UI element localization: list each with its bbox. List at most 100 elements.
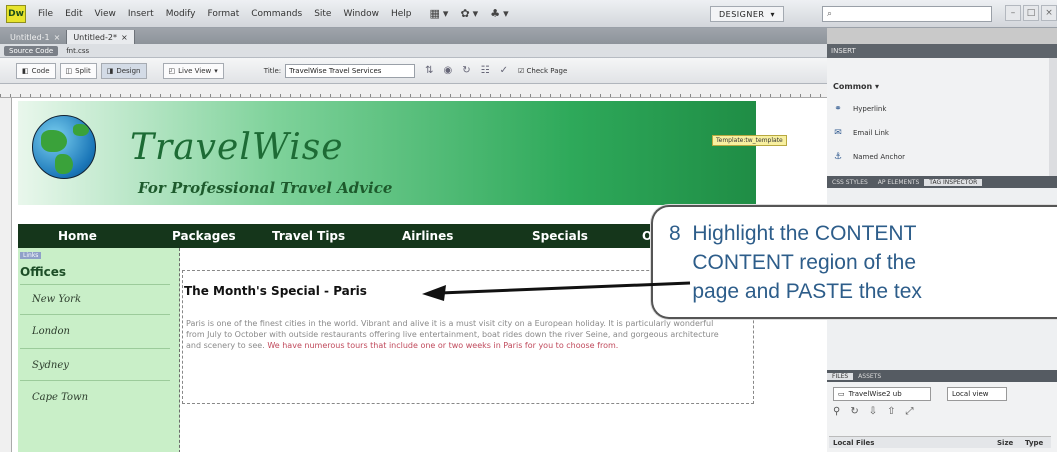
maximize-button[interactable]: □ <box>1023 5 1039 21</box>
nav-travel-tips[interactable]: Travel Tips <box>272 229 345 243</box>
tab-assets[interactable]: ASSETS <box>853 373 886 380</box>
tab-tag-inspector[interactable]: TAG INSPECTOR <box>924 178 983 186</box>
menu-commands[interactable]: Commands <box>245 9 308 19</box>
file-management-icon[interactable]: ⇅ <box>425 65 433 76</box>
tab-files[interactable]: FILES <box>827 372 854 380</box>
source-code-button[interactable]: Source Code <box>4 45 59 56</box>
visual-aids-icon[interactable]: ☷ <box>481 65 490 76</box>
content-body-highlight: We have numerous tours that include one … <box>267 341 619 350</box>
globe-logo <box>32 115 96 179</box>
tab-label: Untitled-1 <box>10 32 50 42</box>
continent-shape <box>73 124 89 136</box>
get-files-icon[interactable]: ⇩ <box>869 406 877 417</box>
nav-airlines[interactable]: Airlines <box>402 229 453 243</box>
design-label: Design <box>116 66 141 75</box>
menu-insert[interactable]: Insert <box>122 9 160 19</box>
split-label: Split <box>75 66 91 75</box>
divider <box>20 380 170 381</box>
live-view-icon: ◰ <box>168 66 176 75</box>
chevron-down-icon: ▾ <box>472 7 479 20</box>
workspace-label: DESIGNER <box>719 9 765 19</box>
chevron-down-icon: ▾ <box>770 9 775 19</box>
menu-view[interactable]: View <box>89 9 122 19</box>
view-select[interactable]: Local view <box>947 387 1007 401</box>
nav-specials[interactable]: Specials <box>532 229 588 243</box>
close-icon[interactable]: × <box>121 33 128 42</box>
title-label: Title: <box>263 66 282 75</box>
files-panel: ▭ TravelWise2 ub Local view ⚲ ↻ ⇩ ⇧ ⤢ Lo… <box>827 382 1057 452</box>
search-input[interactable]: ⌕ <box>822 6 992 22</box>
live-view-button[interactable]: ◰ Live View ▾ <box>162 62 224 79</box>
refresh-icon[interactable]: ↻ <box>850 406 858 417</box>
content-heading[interactable]: The Month's Special - Paris <box>184 284 367 298</box>
divider <box>20 348 170 349</box>
close-button[interactable]: × <box>1041 5 1057 21</box>
nav-packages[interactable]: Packages <box>172 229 236 243</box>
insert-hyperlink[interactable]: ⚭ Hyperlink <box>833 104 886 114</box>
minimize-button[interactable]: – <box>1005 5 1021 21</box>
check-page-icon: ☑ <box>518 66 525 75</box>
extensions-menu-icon[interactable]: ✿ ▾ <box>460 7 478 20</box>
email-link-icon: ✉ <box>834 128 842 138</box>
tab-ap-elements[interactable]: AP ELEMENTS <box>873 179 924 186</box>
chevron-down-icon: ▾ <box>442 7 449 20</box>
tab-untitled-1[interactable]: Untitled-1 × <box>4 30 68 44</box>
related-file-link[interactable]: fnt.css <box>66 47 89 55</box>
validate-icon[interactable]: ✓ <box>500 65 508 76</box>
layout-menu-icon[interactable]: ▦ ▾ <box>430 7 449 20</box>
horizontal-ruler <box>0 84 827 98</box>
divider <box>20 284 170 285</box>
menu-window[interactable]: Window <box>337 9 385 19</box>
continent-shape <box>55 154 73 174</box>
code-view-button[interactable]: ◧ Code <box>16 62 56 79</box>
page-title-input[interactable]: TravelWise Travel Services <box>285 63 416 78</box>
site-menu-icon[interactable]: ♣ ▾ <box>490 7 508 20</box>
check-page-button[interactable]: ☑ Check Page <box>518 67 567 75</box>
tab-untitled-2[interactable]: Untitled-2* × <box>67 30 135 44</box>
menu-help[interactable]: Help <box>385 9 418 19</box>
put-files-icon[interactable]: ⇧ <box>887 406 895 417</box>
insert-email-link[interactable]: ✉ Email Link <box>833 128 889 138</box>
brand-tagline: For Professional Travel Advice <box>138 179 393 197</box>
office-link-sydney[interactable]: Sydney <box>32 360 69 371</box>
close-icon[interactable]: × <box>54 33 61 42</box>
menu-site[interactable]: Site <box>308 9 337 19</box>
refresh-icon[interactable]: ↻ <box>462 65 470 76</box>
insert-item-label: Named Anchor <box>853 153 905 161</box>
connect-icon[interactable]: ⚲ <box>833 406 840 417</box>
split-icon: ◫ <box>65 66 73 75</box>
menu-file[interactable]: File <box>32 9 59 19</box>
tab-css-styles[interactable]: CSS STYLES <box>827 179 873 186</box>
preview-in-browser-icon[interactable]: ◉ <box>444 65 453 76</box>
insert-panel-header[interactable]: INSERT <box>827 44 1057 58</box>
column-size[interactable]: Size <box>997 439 1013 447</box>
column-local-files[interactable]: Local Files <box>833 439 874 447</box>
files-tab-bar: FILES ASSETS <box>827 370 1057 382</box>
menu-format[interactable]: Format <box>202 9 246 19</box>
insert-panel-scrollbar[interactable] <box>1049 58 1057 176</box>
expand-icon[interactable]: ⤢ <box>906 406 914 417</box>
menu-modify[interactable]: Modify <box>160 9 202 19</box>
content-body[interactable]: Paris is one of the finest cities in the… <box>186 318 730 351</box>
column-type[interactable]: Type <box>1025 439 1043 447</box>
office-link-london[interactable]: London <box>32 326 70 337</box>
site-folder-icon: ▭ <box>838 390 845 398</box>
menu-bar: Dw File Edit View Insert Modify Format C… <box>0 0 1057 28</box>
design-icon: ◨ <box>106 66 114 75</box>
office-link-new-york[interactable]: New York <box>32 294 81 305</box>
office-link-cape-town[interactable]: Cape Town <box>32 392 88 403</box>
split-view-button[interactable]: ◫ Split <box>59 62 97 79</box>
workspace-switcher[interactable]: DESIGNER ▾ <box>710 6 784 22</box>
nav-home[interactable]: Home <box>58 229 97 243</box>
menu-edit[interactable]: Edit <box>59 9 88 19</box>
check-page-label: Check Page <box>526 66 568 75</box>
files-toolbar: ⚲ ↻ ⇩ ⇧ ⤢ <box>833 406 914 417</box>
inspector-tab-bar: CSS STYLES AP ELEMENTS TAG INSPECTOR <box>827 176 1057 188</box>
design-view-button[interactable]: ◨ Design <box>100 62 147 79</box>
brand-name: TravelWise <box>130 127 344 168</box>
insert-category-select[interactable]: Common ▾ <box>833 82 879 91</box>
insert-named-anchor[interactable]: ⚓ Named Anchor <box>833 152 905 162</box>
site-select[interactable]: ▭ TravelWise2 ub <box>833 387 931 401</box>
live-view-label: Live View <box>178 66 212 75</box>
window-controls: – □ × <box>1005 5 1057 21</box>
